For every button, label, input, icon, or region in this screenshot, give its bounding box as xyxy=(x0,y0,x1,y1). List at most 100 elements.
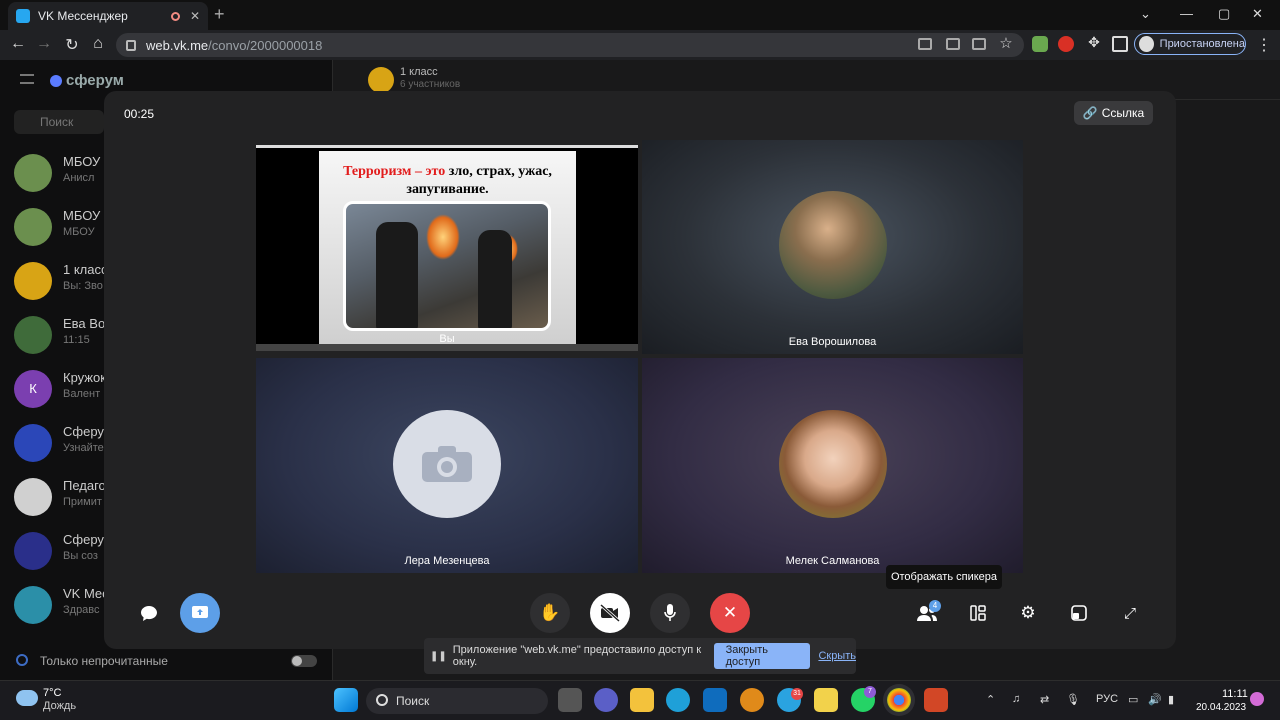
hide-banner-link[interactable]: Скрыть xyxy=(818,650,856,662)
stop-sharing-button[interactable]: Закрыть доступ xyxy=(713,643,811,669)
profile-button[interactable]: Приостановлена xyxy=(1134,33,1246,55)
participant-name: Вы xyxy=(439,333,455,345)
chat-name: Кружок xyxy=(63,370,106,385)
chat-avatar xyxy=(14,316,52,354)
settings-button[interactable]: ⚙ xyxy=(1013,598,1043,628)
chat-list-item[interactable]: VK Мес Здравс xyxy=(14,582,114,630)
share-icon[interactable] xyxy=(972,38,986,50)
forward-icon[interactable]: → xyxy=(34,35,54,53)
copy-link-button[interactable]: 🔗 Ссылка xyxy=(1074,101,1153,125)
screen-share-banner: ❚❚ Приложение "web.vk.me" предоставило д… xyxy=(424,638,856,674)
profile-avatar xyxy=(1139,36,1154,52)
chat-list-item[interactable]: Педаго Примит xyxy=(14,474,114,522)
volume-icon[interactable]: 🔊 xyxy=(1148,693,1162,706)
microphone-tray-icon[interactable]: 🎙 xyxy=(1066,693,1080,706)
gear-icon: ⚙ xyxy=(1020,603,1036,622)
participant-tile[interactable]: Ева Ворошилова xyxy=(642,140,1023,354)
address-bar[interactable]: web.vk.me/convo/2000000018 xyxy=(116,33,1024,57)
extension-icon[interactable] xyxy=(1032,36,1048,52)
chat-bubble-icon[interactable] xyxy=(134,598,164,628)
chat-list-item[interactable]: МБОУ Анисл xyxy=(14,150,114,198)
chat-avatar xyxy=(14,208,52,246)
browser-tab[interactable]: VK Мессенджер ✕ xyxy=(8,2,208,30)
layout-toggle-button[interactable] xyxy=(963,598,993,628)
chat-list-item[interactable]: Сферум Вы соз xyxy=(14,528,114,576)
notification-icon[interactable] xyxy=(1250,692,1264,706)
taskbar-search[interactable]: Поиск xyxy=(366,688,548,714)
file-explorer-icon[interactable] xyxy=(630,688,654,712)
screen-share-button[interactable] xyxy=(180,593,220,633)
chat-name: Педаго xyxy=(63,478,106,493)
close-window-button[interactable]: ✕ xyxy=(1252,6,1263,22)
minimize-button[interactable]: — xyxy=(1180,6,1193,21)
install-app-icon[interactable] xyxy=(946,38,960,50)
network-adapter-icon[interactable]: ⇄ xyxy=(1040,693,1049,706)
tab-search-icon[interactable]: ⌄ xyxy=(1140,6,1151,22)
adblock-extension-icon[interactable] xyxy=(1058,36,1074,52)
store-icon[interactable] xyxy=(703,688,727,712)
chat-avatar xyxy=(14,532,52,570)
sticky-notes-icon[interactable] xyxy=(814,688,838,712)
shared-window-taskbar xyxy=(256,344,638,351)
participant-tile-self[interactable]: Терроризм – это зло, страх, ужас, запуги… xyxy=(256,145,638,351)
battery-icon[interactable]: ▮ xyxy=(1168,693,1174,706)
new-tab-button[interactable]: + xyxy=(214,4,225,25)
chat-preview: Вы соз xyxy=(63,550,98,562)
conversation-avatar xyxy=(368,67,394,93)
tab-close-icon[interactable]: ✕ xyxy=(190,9,200,23)
chat-name: 1 класс xyxy=(63,262,108,277)
chat-list-item[interactable]: 1 класс Вы: Зво xyxy=(14,258,114,306)
start-button[interactable] xyxy=(334,688,358,712)
chrome-icon[interactable] xyxy=(887,688,911,712)
weather-cloud-icon[interactable] xyxy=(16,690,38,706)
reload-icon[interactable]: ↻ xyxy=(62,35,82,55)
chat-preview: 11:15 xyxy=(63,334,90,346)
side-panel-icon[interactable] xyxy=(1112,36,1128,52)
language-indicator[interactable]: РУС xyxy=(1096,693,1118,705)
app-tray-icon[interactable]: ♫ xyxy=(1012,693,1020,705)
telegram-badge: 31 xyxy=(791,688,803,700)
clock-date: 20.04.2023 xyxy=(1196,702,1247,713)
conversation-title: 1 класс xyxy=(400,66,438,78)
chat-list-item[interactable]: К Кружок Валент xyxy=(14,366,114,414)
microphone-button[interactable] xyxy=(650,593,690,633)
slide-title: Терроризм – это зло, страх, ужас, запуги… xyxy=(343,164,552,197)
powerpoint-icon[interactable] xyxy=(924,688,948,712)
wifi-icon[interactable]: ▭ xyxy=(1128,693,1138,706)
end-call-button[interactable]: ✕ xyxy=(710,593,750,633)
extensions-puzzle-icon[interactable]: ✥ xyxy=(1084,34,1104,51)
chat-name: МБОУ xyxy=(63,154,101,169)
chat-list-item[interactable]: МБОУ МБОУ xyxy=(14,204,114,252)
camera-toggle-button[interactable] xyxy=(590,593,630,633)
chat-preview: Валент xyxy=(63,388,101,400)
camera-off-icon xyxy=(600,604,620,622)
minimize-call-button[interactable] xyxy=(1064,598,1094,628)
camera-in-use-icon[interactable] xyxy=(918,38,932,50)
show-hidden-icons[interactable]: ⌃ xyxy=(986,693,995,706)
back-icon[interactable]: ← xyxy=(8,35,28,53)
chat-preview: Здравс xyxy=(63,604,100,616)
teams-chat-icon[interactable] xyxy=(594,688,618,712)
participant-tile[interactable]: Мелек Салманова xyxy=(642,358,1023,573)
participant-tile[interactable]: Лера Мезенцева xyxy=(256,358,638,573)
menu-icon[interactable] xyxy=(20,74,34,84)
bookmark-star-icon[interactable]: ☆ xyxy=(996,34,1016,52)
unread-filter-icon xyxy=(16,654,28,666)
speaker-view-tooltip: Отображать спикера xyxy=(886,565,1002,589)
chrome-menu-icon[interactable]: ⋮ xyxy=(1254,35,1274,55)
search-icon xyxy=(376,694,388,706)
maximize-button[interactable]: ▢ xyxy=(1218,6,1230,22)
home-icon[interactable]: ⌂ xyxy=(88,35,108,53)
raise-hand-button[interactable]: ✋ xyxy=(530,593,570,633)
pause-icon: ❚❚ xyxy=(430,650,447,662)
chat-list-item[interactable]: Ева Во 11:15 xyxy=(14,312,114,360)
unread-only-toggle[interactable] xyxy=(291,655,317,667)
app-icon[interactable] xyxy=(740,688,764,712)
chat-search-input[interactable]: Поиск xyxy=(14,110,104,134)
profile-label: Приостановлена xyxy=(1159,38,1245,50)
chat-list-item[interactable]: Сферум Узнайте xyxy=(14,420,114,468)
fullscreen-button[interactable]: ⤢ xyxy=(1115,598,1145,628)
edge-icon[interactable] xyxy=(666,688,690,712)
task-view-icon[interactable] xyxy=(558,688,582,712)
grid-layout-icon xyxy=(970,605,986,621)
